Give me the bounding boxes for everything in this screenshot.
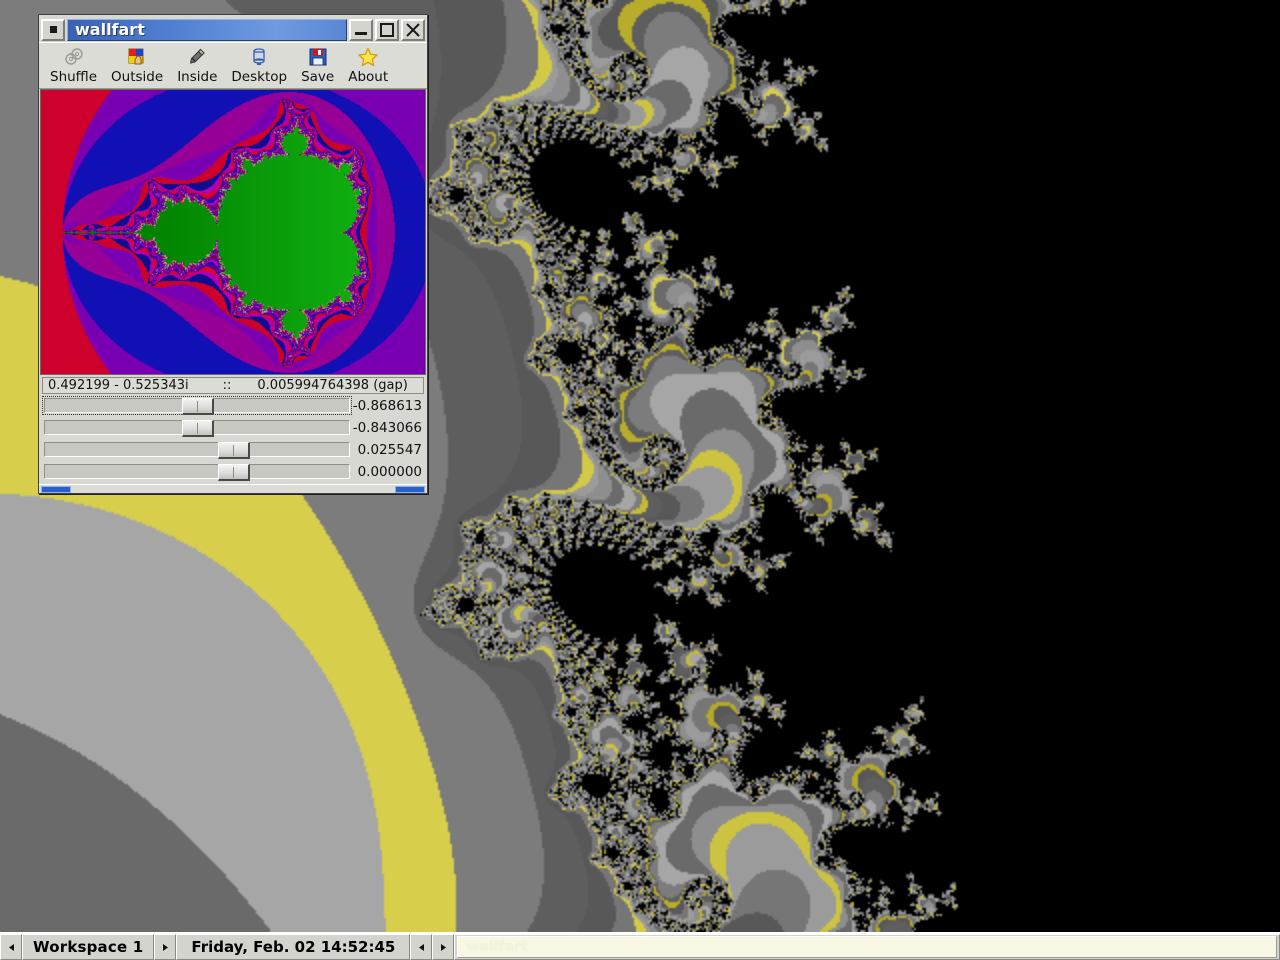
left-arrow-icon xyxy=(8,943,14,951)
inside-eyedropper-icon xyxy=(186,46,208,68)
right-arrow-icon xyxy=(440,943,446,951)
task-list-area: wallfart xyxy=(454,934,1280,960)
toolbar-button-save[interactable]: Save xyxy=(294,45,341,85)
left-arrow-icon xyxy=(418,943,424,951)
wallfart-window[interactable]: wallfart Shuffle Outside Inside Desktop … xyxy=(38,14,428,494)
slider-real-thumb[interactable] xyxy=(181,398,214,416)
toolbar-label-save: Save xyxy=(301,69,335,86)
workspace-next-button[interactable] xyxy=(154,934,177,960)
slider-row-real: -0.868613 xyxy=(42,396,424,416)
slider-rotation-thumb[interactable] xyxy=(218,464,251,482)
right-arrow-icon xyxy=(162,943,168,951)
fractal-preview[interactable] xyxy=(40,88,426,376)
resize-grip-left[interactable] xyxy=(41,486,71,494)
toolbar-label-outside: Outside xyxy=(111,69,164,86)
fractal-preview-canvas[interactable] xyxy=(41,89,425,375)
save-floppy-icon xyxy=(307,46,329,68)
minimize-button[interactable] xyxy=(349,18,373,41)
toolbar-label-shuffle: Shuffle xyxy=(50,69,98,86)
task-button-wallfart[interactable]: wallfart xyxy=(457,936,1277,958)
resize-grip-right[interactable] xyxy=(395,486,425,494)
slider-imaginary-value: -0.843066 xyxy=(352,419,422,436)
window-title-strip: wallfart xyxy=(67,18,347,41)
maximize-button[interactable] xyxy=(375,18,399,41)
window-title: wallfart xyxy=(75,20,145,40)
toolbar-label-about: About xyxy=(348,69,389,86)
slider-row-imaginary: -0.843066 xyxy=(42,418,424,438)
task-prev-button[interactable] xyxy=(410,934,433,960)
window-menu-icon[interactable] xyxy=(41,18,65,41)
maximize-icon xyxy=(380,22,394,37)
toolbar-button-about[interactable]: About xyxy=(341,45,395,85)
close-button[interactable] xyxy=(401,18,425,41)
slider-rotation-value: 0.000000 xyxy=(357,463,422,480)
slider-zoom[interactable] xyxy=(44,442,350,460)
desktop[interactable]: wallfart Shuffle Outside Inside Desktop … xyxy=(0,0,1280,960)
toolbar-label-inside: Inside xyxy=(177,69,218,86)
slider-row-rotation: 0.000000 xyxy=(42,462,424,482)
about-star-icon xyxy=(357,46,379,68)
minimize-icon xyxy=(355,31,367,35)
window-toolbar: Shuffle Outside Inside Desktop Save Abou… xyxy=(39,42,427,89)
coordinate-value: 0.492199 - 0.525343i xyxy=(48,378,189,394)
desktop-monitor-icon xyxy=(248,46,270,68)
window-bottom-edge xyxy=(39,484,427,494)
outside-palette-icon xyxy=(126,46,148,68)
slider-zoom-thumb[interactable] xyxy=(218,442,251,460)
slider-real[interactable] xyxy=(44,398,350,416)
slider-row-zoom: 0.025547 xyxy=(42,440,424,460)
window-titlebar[interactable]: wallfart xyxy=(39,15,427,43)
toolbar-label-desktop: Desktop xyxy=(231,69,288,86)
toolbar-button-shuffle[interactable]: Shuffle xyxy=(43,45,104,85)
toolbar-button-inside[interactable]: Inside xyxy=(170,45,224,85)
task-next-button[interactable] xyxy=(432,934,455,960)
slider-real-value: -0.868613 xyxy=(352,397,422,414)
taskbar-clock: Friday, Feb. 02 14:52:45 xyxy=(176,934,411,960)
slider-rotation[interactable] xyxy=(44,464,350,482)
slider-imaginary[interactable] xyxy=(44,420,350,438)
toolbar-button-outside[interactable]: Outside xyxy=(104,45,170,85)
taskbar: Workspace 1 Friday, Feb. 02 14:52:45 wal… xyxy=(0,932,1280,960)
workspace-prev-button[interactable] xyxy=(0,934,22,960)
slider-zoom-value: 0.025547 xyxy=(357,441,422,458)
gap-value: 0.005994764398 (gap) xyxy=(257,378,408,394)
workspace-label[interactable]: Workspace 1 xyxy=(22,934,155,960)
slider-imaginary-thumb[interactable] xyxy=(181,420,214,438)
info-separator: :: xyxy=(222,378,232,394)
status-info-bar: 0.492199 - 0.525343i :: 0.005994764398 (… xyxy=(42,377,424,395)
toolbar-button-desktop[interactable]: Desktop xyxy=(224,45,294,85)
close-icon xyxy=(406,22,420,37)
slider-panel: -0.868613 -0.843066 0.025547 0.000000 xyxy=(39,395,427,484)
shuffle-icon xyxy=(63,46,85,68)
